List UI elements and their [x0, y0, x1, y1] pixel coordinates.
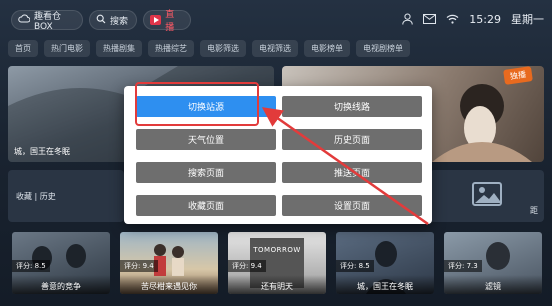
annotation-arrow-icon: [261, 107, 429, 226]
